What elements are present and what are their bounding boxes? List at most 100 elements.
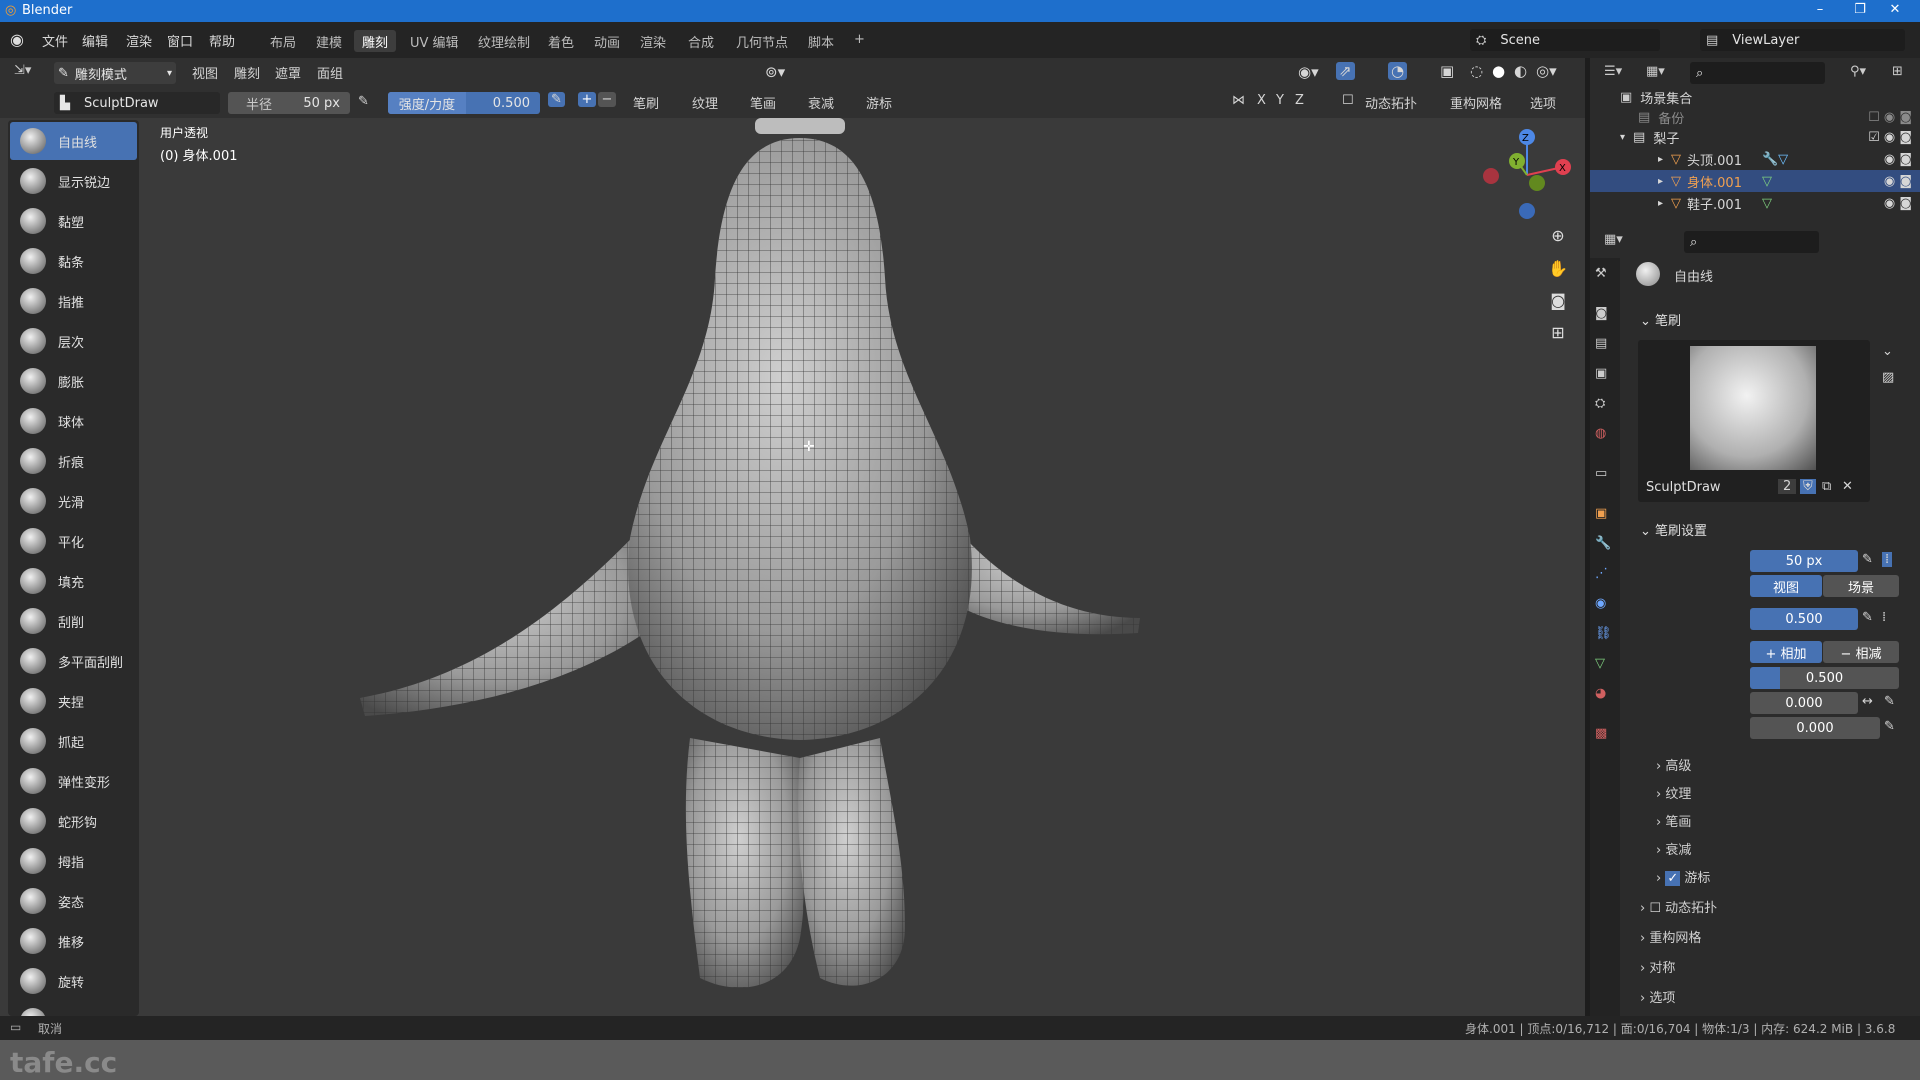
render-tab-icon[interactable]: ◙: [1595, 306, 1608, 321]
outliner-row-body[interactable]: ▸ ▽ 身体.001 ▽ ◉ ◙: [1590, 170, 1920, 192]
properties-type-icon[interactable]: ▦▾: [1604, 232, 1623, 247]
visibility-toggles[interactable]: ☐ ◉ ◙: [1868, 110, 1912, 125]
subpanel-falloff[interactable]: › 衰减: [1656, 839, 1691, 858]
tool-13[interactable]: 刮削: [10, 602, 137, 640]
radius-unit-scene-button[interactable]: 场景: [1823, 575, 1899, 597]
auto-smooth-field[interactable]: 0.000: [1750, 717, 1880, 739]
visibility-toggles[interactable]: ◉ ◙: [1884, 152, 1912, 167]
minimize-button[interactable]: –: [1800, 2, 1840, 17]
strength-field[interactable]: 强度/力度 0.500: [388, 92, 540, 114]
props-radius-field[interactable]: 50 px: [1750, 550, 1858, 572]
texture-dropdown[interactable]: 纹理: [692, 93, 718, 112]
visibility-toggles[interactable]: ☑ ◉ ◙: [1868, 130, 1912, 145]
texture-tab-icon[interactable]: ▩: [1595, 726, 1607, 741]
pivot-icon[interactable]: ⊚▾: [765, 63, 785, 81]
radius-pressure-icon[interactable]: ✎: [358, 94, 369, 109]
hardness-field[interactable]: 0.000: [1750, 692, 1858, 714]
tool-19[interactable]: 拇指: [10, 842, 137, 880]
outliner-row-pear[interactable]: ▾ ▤ 梨子 ☑ ◉ ◙: [1590, 126, 1920, 148]
tool-6[interactable]: 层次: [10, 322, 137, 360]
tool-5[interactable]: 指推: [10, 282, 137, 320]
tool-7[interactable]: 膨胀: [10, 362, 137, 400]
editor-type-icon[interactable]: ⇲▾: [14, 63, 31, 78]
material-tab-icon[interactable]: ◕: [1595, 686, 1606, 701]
radius-unit-view-button[interactable]: 视图: [1750, 575, 1822, 597]
expand-icon[interactable]: ▸: [1658, 198, 1663, 209]
axis-x-toggle[interactable]: X: [1257, 93, 1266, 108]
tab-texture-paint[interactable]: 纹理绘制: [470, 30, 538, 52]
options-dropdown[interactable]: 选项: [1530, 93, 1556, 112]
tab-animation[interactable]: 动画: [586, 30, 628, 52]
tool-20[interactable]: 姿态: [10, 882, 137, 920]
xray-icon[interactable]: ▣: [1440, 62, 1454, 80]
brush-name-field[interactable]: SculptDraw: [1646, 480, 1721, 495]
tab-compositing[interactable]: 合成: [680, 30, 722, 52]
expand-icon[interactable]: ▾: [1620, 132, 1625, 143]
panel-remesh[interactable]: › 重构网格: [1640, 927, 1701, 946]
tool-17[interactable]: 弹性变形: [10, 762, 137, 800]
mode-selector[interactable]: ✎ 雕刻模式 ▾: [54, 62, 176, 84]
view-layer-tab-icon[interactable]: ▣: [1595, 366, 1607, 381]
gizmo-toggle-icon[interactable]: ⇗: [1336, 62, 1355, 80]
tool-8[interactable]: 球体: [10, 402, 137, 440]
material-shading-icon[interactable]: ◐: [1514, 62, 1527, 80]
radius-field[interactable]: 半径 50 px: [228, 92, 350, 114]
panel-options[interactable]: › 选项: [1640, 987, 1675, 1006]
menu-render[interactable]: 渲染: [126, 31, 152, 50]
panel-brush-settings-header[interactable]: ⌄ 笔刷设置: [1640, 520, 1707, 539]
falloff-dropdown[interactable]: 衰减: [808, 93, 834, 112]
tool-22[interactable]: 旋转: [10, 962, 137, 1000]
fake-user-icon[interactable]: ⛨: [1800, 479, 1816, 494]
symmetry-icon[interactable]: ⋈: [1232, 93, 1245, 108]
display-mode-icon[interactable]: ▦▾: [1646, 64, 1665, 79]
menu-view[interactable]: 视图: [192, 63, 218, 82]
tool-10[interactable]: 光滑: [10, 482, 137, 520]
camera-view-icon[interactable]: ◙: [1545, 288, 1571, 314]
view-layer-selector[interactable]: ▤ ViewLayer: [1700, 29, 1905, 51]
panel-symmetry[interactable]: › 对称: [1640, 957, 1675, 976]
tab-layout[interactable]: 布局: [262, 30, 304, 52]
output-tab-icon[interactable]: ▤: [1595, 336, 1607, 351]
close-button[interactable]: ✕: [1875, 2, 1915, 17]
dyntopo-dropdown[interactable]: 动态拓扑: [1365, 93, 1417, 112]
overlay-toggle-icon[interactable]: ◔: [1388, 62, 1408, 80]
tool-4[interactable]: 黏条: [10, 242, 137, 280]
brush-image-icon[interactable]: ▨: [1882, 370, 1894, 385]
tool-16[interactable]: 抓起: [10, 722, 137, 760]
scene-tab-icon[interactable]: ⛭: [1595, 396, 1605, 411]
subpanel-cursor[interactable]: › ✓ 游标: [1656, 867, 1710, 886]
particles-tab-icon[interactable]: ⋰: [1595, 566, 1608, 581]
tool-14[interactable]: 多平面刮削: [10, 642, 137, 680]
tool-21[interactable]: 推移: [10, 922, 137, 960]
subpanel-texture[interactable]: › 纹理: [1656, 783, 1691, 802]
outliner-row-head[interactable]: ▸ ▽ 头顶.001 🔧▽ ◉ ◙: [1590, 148, 1920, 170]
radius-jitter-icon[interactable]: ⁞: [1882, 552, 1893, 567]
pan-hand-icon[interactable]: ✋: [1545, 256, 1571, 282]
stroke-dropdown[interactable]: 笔画: [750, 93, 776, 112]
collection-tab-icon[interactable]: ▭: [1595, 466, 1607, 481]
tool-15[interactable]: 夹捏: [10, 682, 137, 720]
constraints-tab-icon[interactable]: ⛓: [1595, 626, 1612, 641]
zoom-icon[interactable]: ⊕: [1545, 223, 1571, 249]
tool-3[interactable]: 黏塑: [10, 202, 137, 240]
normal-radius-field[interactable]: 0.500: [1750, 667, 1899, 689]
duplicate-brush-icon[interactable]: ⧉: [1822, 479, 1831, 494]
expand-icon[interactable]: ▸: [1658, 176, 1663, 187]
tool-2[interactable]: 显示锐边: [10, 162, 137, 200]
panel-brush-header[interactable]: ⌄ 笔刷: [1640, 310, 1681, 329]
outliner-row-scene-collection[interactable]: ▣ 场景集合: [1590, 86, 1920, 108]
direction-subtract-button[interactable]: −: [598, 92, 616, 107]
menu-sculpt[interactable]: 雕刻: [234, 63, 260, 82]
menu-face-sets[interactable]: 面组: [317, 63, 343, 82]
direction-add-button[interactable]: +: [578, 92, 596, 107]
hardness-pressure-icon[interactable]: ✎: [1884, 694, 1895, 709]
props-strength-field[interactable]: 0.500: [1750, 608, 1858, 630]
filter-icon[interactable]: ⚲▾: [1850, 64, 1866, 79]
panel-dyntopo[interactable]: › ☐ 动态拓扑: [1640, 897, 1717, 916]
tab-geometry-nodes[interactable]: 几何节点: [728, 30, 796, 52]
strength-jitter-icon[interactable]: ⁞: [1882, 610, 1886, 625]
rendered-shading-icon[interactable]: ◎▾: [1536, 62, 1557, 80]
hardness-invert-icon[interactable]: ↔: [1862, 694, 1873, 709]
brush-users-count[interactable]: 2: [1778, 479, 1797, 494]
tool-11[interactable]: 平化: [10, 522, 137, 560]
